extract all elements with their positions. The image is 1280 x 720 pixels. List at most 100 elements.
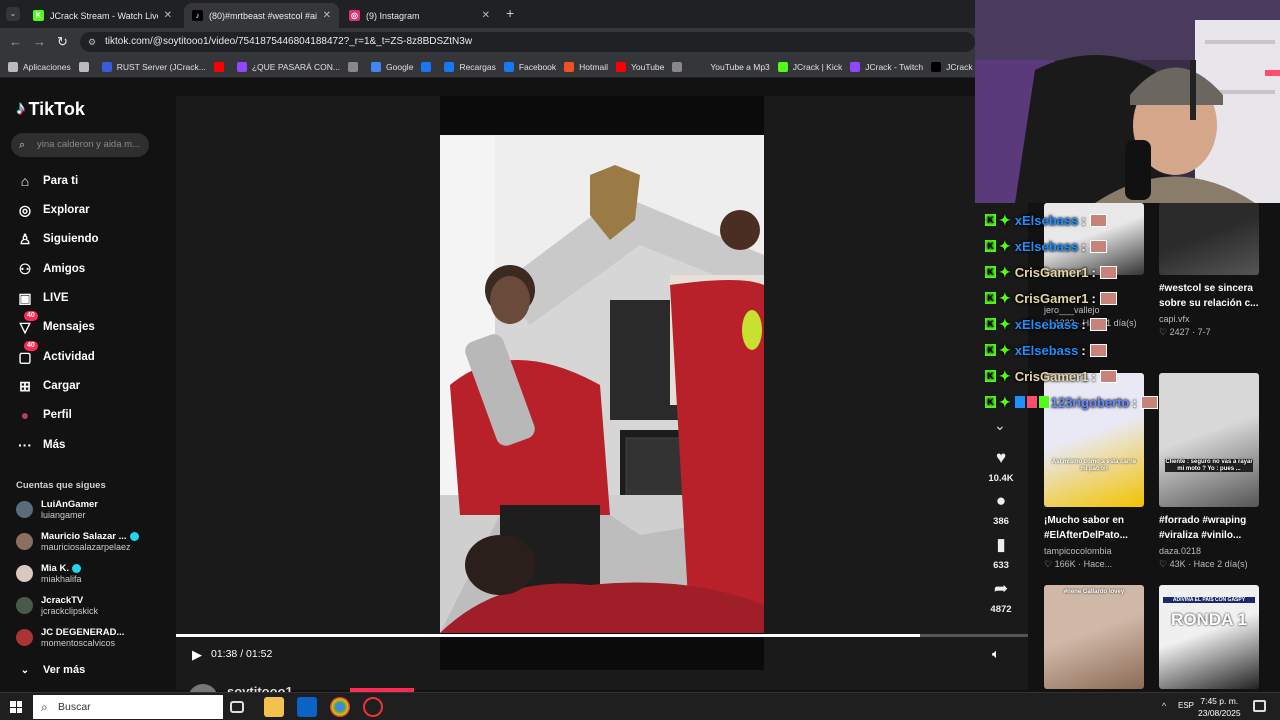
bookmark-item[interactable]: Aplicaciones [8,61,71,72]
language-indicator[interactable]: ESP [1178,701,1194,710]
video-thumbnail: ADIVINA EL PAÍS CON GASPY RONDA 1 [1159,585,1259,689]
next-video-chevron-icon[interactable]: ⌄ [994,417,1006,434]
following-account[interactable]: Mauricio Salazar ... mauriciosalazarpelae… [16,531,139,552]
bookmark-action[interactable]: ▮ 633 [984,535,1018,571]
account-name-row: JC DEGENERAD... [41,627,124,638]
bookmark-item[interactable]: Facebook [503,61,556,72]
tiktok-logo[interactable]: ♪ TikTok [16,98,85,120]
clock-date: 23/08/2025 [1198,708,1241,718]
bookmark-item[interactable]: YouTube a Mp3 [695,61,770,72]
share-action[interactable]: ➦ 4872 [984,579,1018,615]
site-info-icon[interactable]: ⚙ [88,32,96,52]
related-video-card[interactable]: #westcol se sincera sobre su relación c.… [1159,203,1259,338]
outlook-icon[interactable] [297,697,317,717]
bookmark-item[interactable]: JCrack (@JCrack... [931,61,975,72]
nav-item-more[interactable]: ··· Más [16,434,65,456]
windows-start-icon[interactable] [10,701,22,713]
bookmark-item[interactable]: JCrack - Twitch [850,61,923,72]
bookmark-item[interactable] [348,61,363,72]
bookmark-item[interactable] [213,61,229,72]
bookmark-item[interactable]: JCrack | Kick [777,61,842,72]
nav-glyph: ▣ [18,289,32,306]
related-video-card[interactable]: #nene Gallardo lovey [1044,585,1144,689]
tab-title: (9) Instagram [366,10,420,21]
browser-tab[interactable]: K JCrack Stream - Watch Live on Kick ✕ [25,3,180,28]
video-title: #westcol se sincera sobre su relación c.… [1159,283,1259,309]
account-handle: luiangamer [41,510,86,520]
bookmark-item[interactable]: Recargas [444,61,496,72]
heart-icon: ♥ [995,448,1007,467]
nav-item-live[interactable]: ▣ LIVE [16,287,68,309]
nav-item-messages[interactable]: ▽ 40 Mensajes [16,310,95,338]
related-video-card[interactable]: Cliente : seguro no vas a rayar mi moto … [1159,373,1259,570]
bookmark-label: Recargas [459,61,496,72]
related-video-card[interactable]: ADIVINA EL PAÍS CON GASPY RONDA 1 [1159,585,1259,689]
file-explorer-icon[interactable] [264,697,284,717]
url-field[interactable]: ⚙ tiktok.com/@soytitooo1/video/754187544… [80,32,975,52]
search-input[interactable]: ⌕ yina calderon y aida m... [11,133,149,157]
bookmark-item[interactable]: RUST Server (JCrack... [101,61,206,72]
heart-action[interactable]: ♥ 10.4K [984,448,1018,484]
nav-item-activity[interactable]: ▢ 40 Actividad [16,340,95,368]
kick-badge-icon: K [985,318,996,330]
video-player[interactable]: ▶ 01:38 / 01:52 🔈︎ [176,96,1028,690]
account-handle: miakhalifa [41,574,82,584]
tab-close-icon[interactable]: ✕ [164,10,172,21]
back-icon[interactable]: ← [9,34,22,49]
bookmark-item[interactable]: YouTube [615,61,664,72]
task-view-icon[interactable] [230,701,244,713]
kick-badge-icon: K [985,344,996,356]
video-frame[interactable] [440,135,764,633]
heart-icon: ♡ [1044,559,1055,569]
chrome-icon[interactable] [330,697,350,717]
following-account[interactable]: LuiAnGamer luiangamer [16,499,98,520]
new-tab-button[interactable]: + [506,5,514,21]
following-account[interactable]: JcrackTV jcrackclipskick [16,595,98,616]
rust-icon [101,61,112,72]
see-more-button[interactable]: ⌄ Ver más [16,659,85,681]
nav-label: Actividad [43,351,95,363]
bookmark-item[interactable]: Google [371,61,413,72]
volume-icon[interactable]: 🔈︎ [992,646,1000,662]
taskbar-search-input[interactable]: ⌕ Buscar [33,695,223,719]
notifications-icon[interactable] [1253,700,1266,712]
tab-close-icon[interactable]: ✕ [323,10,331,21]
heart-icon: ♡ [1159,327,1170,337]
bookmark-item[interactable]: ¿QUE PASARÁ CON... [236,61,340,72]
bookmark-item[interactable] [672,61,687,72]
emote-icon [1140,395,1158,409]
sub-badge-icon: ✦ [999,289,1011,306]
browser-tab[interactable]: ♪ (80)#mrtbeast #westcol #aidav... ✕ [184,3,339,28]
tab-list-chevron-icon[interactable]: ⌄ [6,7,20,21]
taskbar-clock[interactable]: 7:45 p. m. 23/08/2025 [1198,695,1241,719]
browser-tab[interactable]: ◎ (9) Instagram ✕ [341,3,498,28]
play-icon[interactable]: ▶ [192,647,202,663]
following-account[interactable]: Mia K. miakhalifa [16,563,82,584]
nav-label: Siguiendo [43,233,99,245]
action-count: 10.4K [988,473,1014,484]
account-text: Mauricio Salazar ... mauriciosalazarpelae… [41,531,139,552]
action-count: 4872 [990,604,1012,615]
nav-item-compass[interactable]: ◎ Explorar [16,199,90,221]
nav-glyph: ▢ [18,348,32,365]
nav-item-home[interactable]: ⌂ Para ti [16,170,78,192]
emote-icon [1099,369,1117,383]
reload-icon[interactable]: ↻ [57,34,68,50]
nav-item-upload[interactable]: ⊞ Cargar [16,375,80,397]
nav-item-following[interactable]: ♙ Siguiendo [16,228,99,250]
nav-item-friends[interactable]: ⚇ Amigos [16,258,85,280]
forward-icon[interactable]: → [33,34,46,49]
tray-chevron-icon[interactable]: ^ [1162,701,1166,711]
following-account[interactable]: JC DEGENERAD... momentoscalvicos [16,627,124,648]
comment-action[interactable]: ● 386 [984,491,1018,527]
bookmark-item[interactable]: Hotmail [564,61,608,72]
tab-close-icon[interactable]: ✕ [482,10,490,21]
bookmark-item[interactable] [421,61,436,72]
progress-bar[interactable] [176,634,1028,637]
nav-item-profile[interactable]: ● Perfil [16,404,72,426]
youtube-icon [213,61,224,72]
app-icon[interactable] [363,697,383,717]
badge-icon [1026,396,1037,408]
bookmark-item[interactable] [78,61,94,72]
tiktok-sidebar: ♪ TikTok ⌕ yina calderon y aida m... ⌂ Pa… [0,78,175,690]
